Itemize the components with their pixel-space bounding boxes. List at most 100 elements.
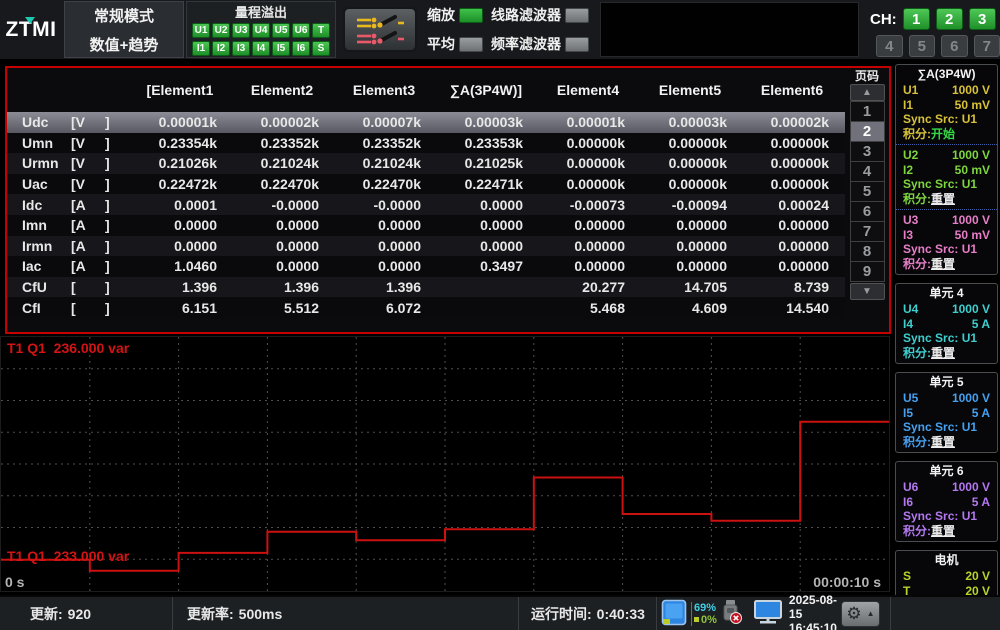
cell-value: 0.00000k — [639, 176, 741, 192]
settings-menu-button[interactable]: ⚙ ▲ — [841, 601, 880, 627]
table-row-cfi[interactable]: CfI[]6.1515.5126.0725.4684.60914.540 — [7, 297, 845, 318]
overflow-row-1: U1U2U3U4U5U6T — [192, 23, 330, 38]
cell-value: 0.21024k — [333, 155, 435, 171]
table-row-udc[interactable]: Udc[V]0.00001k0.00002k0.00007k0.00003k0.… — [7, 112, 845, 133]
channel-button-4[interactable]: 4 — [876, 35, 903, 57]
storage-icon — [661, 599, 687, 629]
page-up-button[interactable]: ▲ — [850, 84, 885, 101]
cell-value: 0.0000 — [435, 217, 537, 233]
cell-value: 0.0000 — [333, 217, 435, 233]
channel-button-7[interactable]: 7 — [974, 35, 1000, 57]
toggle-line-filter: 线路滤波器 — [491, 5, 589, 25]
page-cell-9[interactable]: 9 — [850, 261, 885, 282]
cell-value: 0.0000 — [231, 238, 333, 254]
update-count-label: 更新: — [30, 604, 63, 624]
element-info-3: U31000 VI350 mVSync Src: U1积分:重置 — [896, 213, 997, 271]
unit-title-6: 单元 6 — [896, 464, 997, 478]
power-analyzer-screen: ZTMI 常规模式 数值+趋势 量程溢出 U1U2U3U4U5U6T I1I2I… — [0, 0, 1000, 630]
row-unit-close: ] — [105, 217, 129, 233]
page-cell-3[interactable]: 3 — [850, 141, 885, 162]
chart-time-end-label: 00:00:10 s — [813, 574, 881, 590]
cell-value: -0.00094 — [639, 197, 741, 213]
up-triangle-icon: ▲ — [862, 87, 872, 98]
cell-value: 0.22470k — [231, 176, 333, 192]
mode-line-1: 常规模式 — [94, 5, 154, 26]
table-row-imn[interactable]: Imn[A]0.00000.00000.00000.00000.000000.0… — [7, 215, 845, 236]
integration-label: 积分: — [903, 435, 931, 450]
table-row-idc[interactable]: Idc[A]0.0001-0.0000-0.00000.0000-0.00073… — [7, 194, 845, 215]
integration-label: 积分: — [903, 192, 931, 207]
cell-value: 0.23354k — [129, 135, 231, 151]
cell-value: 0.00000 — [741, 238, 843, 254]
cell-value: 0.00001k — [129, 114, 231, 130]
sync-source-line: Sync Src: U1 — [896, 420, 997, 435]
channel-button-2[interactable]: 2 — [936, 8, 963, 30]
trend-chart-canvas — [1, 337, 889, 591]
date-value: 2025-08-15 — [789, 593, 837, 621]
channel-button-6[interactable]: 6 — [941, 35, 968, 57]
trend-chart: T1 Q1 236.000 var T1 Q1 233.000 var 0 s … — [0, 336, 890, 592]
current-range-line: I65 A — [896, 495, 997, 510]
cell-value: 0.00001k — [537, 114, 639, 130]
row-unit-close: ] — [105, 114, 129, 130]
up-triangle-icon: ▲ — [867, 609, 875, 618]
channel-button-3[interactable]: 3 — [969, 8, 996, 30]
channel-button-5[interactable]: 5 — [909, 35, 936, 57]
row-unit-close: ] — [105, 258, 129, 274]
integration-label: 积分: — [903, 346, 931, 361]
cell-value: 6.072 — [333, 300, 435, 316]
cell-value: 6.151 — [129, 300, 231, 316]
channel-panel: CH: 123 4567 — [864, 0, 1000, 59]
voltage-value: 1000 V — [952, 480, 990, 495]
current-label: I4 — [903, 317, 913, 332]
table-row-uac[interactable]: Uac[V]0.22472k0.22470k0.22470k0.22471k0.… — [7, 174, 845, 195]
row-label: Imn — [7, 217, 69, 233]
cell-value: 4.609 — [639, 300, 741, 316]
integration-line: 积分:重置 — [896, 192, 997, 207]
integration-line: 积分:重置 — [896, 257, 997, 272]
cell-value: 5.512 — [231, 300, 333, 316]
row-unit-open: [A — [69, 238, 105, 254]
row-label: Iac — [7, 258, 69, 274]
cell-value: 0.3497 — [435, 258, 537, 274]
voltage-range-line: U11000 V — [896, 83, 997, 98]
unit-title-4: 单元 4 — [896, 286, 997, 300]
current-range-line: I150 mV — [896, 98, 997, 113]
page-cell-7[interactable]: 7 — [850, 221, 885, 242]
status-bar: 更新: 920 更新率: 500ms 运行时间: 0:40:33 69% 0% — [0, 595, 1000, 630]
motor-value: 20 V — [965, 569, 990, 584]
cell-value: 0.0000 — [333, 238, 435, 254]
page-cell-1[interactable]: 1 — [850, 101, 885, 122]
element-info-2: U21000 VI250 mVSync Src: U1积分:重置 — [896, 148, 997, 210]
page-down-button[interactable]: ▼ — [850, 283, 885, 300]
channel-button-1[interactable]: 1 — [903, 8, 930, 30]
usage-percentages: 69% 0% — [691, 602, 717, 626]
table-row-iac[interactable]: Iac[A]1.04600.00000.00000.34970.000000.0… — [7, 256, 845, 277]
column-header-6: Element5 — [639, 82, 741, 98]
table-row-cfu[interactable]: CfU[]1.3961.3961.39620.27714.7058.739 — [7, 277, 845, 298]
page-cell-6[interactable]: 6 — [850, 201, 885, 222]
mode-button[interactable]: 常规模式 数值+趋势 — [64, 1, 184, 58]
page-cell-2[interactable]: 2 — [850, 121, 885, 142]
cell-value: 5.468 — [537, 300, 639, 316]
cell-value: 0.21026k — [129, 155, 231, 171]
voltage-label: U4 — [903, 302, 918, 317]
toggle-zoom-led — [459, 8, 483, 23]
current-value: 5 A — [972, 317, 990, 332]
current-range-line: I55 A — [896, 406, 997, 421]
current-range-line: I250 mV — [896, 163, 997, 178]
cell-value: 0.0000 — [231, 258, 333, 274]
row-unit-open: [V — [69, 135, 105, 151]
page-cell-8[interactable]: 8 — [850, 241, 885, 262]
table-row-urmn[interactable]: Urmn[V]0.21026k0.21024k0.21024k0.21025k0… — [7, 153, 845, 174]
current-label: I5 — [903, 406, 913, 421]
cell-value: 0.00000 — [639, 238, 741, 254]
wiring-settings-button[interactable] — [343, 7, 417, 52]
table-row-umn[interactable]: Umn[V]0.23354k0.23352k0.23352k0.23353k0.… — [7, 133, 845, 154]
page-cell-5[interactable]: 5 — [850, 181, 885, 202]
voltage-label: U2 — [903, 148, 918, 163]
update-count-value: 920 — [68, 606, 91, 622]
table-row-irmn[interactable]: Irmn[A]0.00000.00000.00000.00000.000000.… — [7, 236, 845, 257]
toggle-zoom-label: 缩放 — [427, 5, 455, 25]
page-cell-4[interactable]: 4 — [850, 161, 885, 182]
